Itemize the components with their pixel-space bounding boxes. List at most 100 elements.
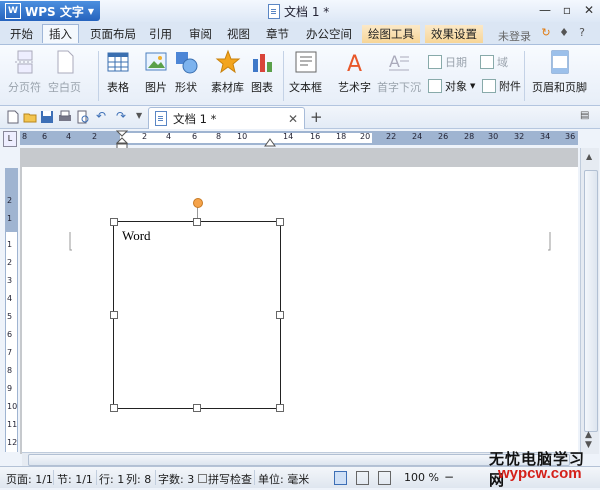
save-icon[interactable] [40, 110, 54, 124]
ruler-tick-label: 36 [565, 132, 576, 141]
ruler-tick-label: 11 [7, 420, 18, 429]
resize-handle[interactable] [276, 218, 284, 226]
title-bar: W WPS 文字 ▼ 文档 1 * — ▫ ✕ [0, 0, 600, 23]
close-tab-icon[interactable]: ✕ [288, 112, 298, 126]
tab-home[interactable]: 开始 [4, 25, 39, 43]
app-menu-button[interactable]: W WPS 文字 ▼ [0, 1, 100, 21]
tab-insert[interactable]: 插入 [42, 24, 79, 43]
table-label: 表格 [107, 81, 129, 94]
ruler-tick-label: 10 [237, 132, 248, 141]
resize-handle[interactable] [110, 404, 118, 412]
field-button[interactable]: 域 [480, 54, 508, 70]
resize-handle[interactable] [193, 404, 201, 412]
ruler-tick-label: 8 [22, 132, 28, 141]
horizontal-ruler[interactable]: 8 6 4 2 2 4 6 8 10 14 16 18 20 22 24 26 … [20, 131, 578, 145]
maximize-icon[interactable]: ▫ [556, 2, 578, 18]
scrollbar-thumb[interactable] [584, 170, 598, 432]
ruler-tick-label: 2 [92, 132, 98, 141]
page-break-button[interactable]: 分页符 [8, 49, 41, 95]
status-page[interactable]: 页面: 1/1 [6, 471, 53, 487]
date-button[interactable]: 日期 [428, 54, 467, 70]
open-folder-icon[interactable] [23, 110, 37, 124]
tab-drawing-tools[interactable]: 绘图工具 [362, 25, 420, 43]
status-divider [53, 470, 54, 485]
web-view-icon[interactable] [378, 471, 391, 485]
resize-handle[interactable] [110, 218, 118, 226]
status-row: 行: 1 [99, 473, 125, 486]
textbox-button[interactable]: 文本框 [289, 49, 322, 95]
ruler-tick-label: 3 [7, 276, 13, 285]
rotate-handle[interactable] [193, 198, 203, 208]
page-view-icon[interactable] [334, 471, 347, 485]
tab-menu-icon[interactable]: ▤ [580, 110, 589, 121]
resize-handle[interactable] [276, 311, 284, 319]
object-button[interactable]: 对象 ▼ [428, 78, 475, 94]
textbox-shape[interactable]: Word [113, 221, 281, 409]
ruler-tick-label: 8 [7, 366, 13, 375]
tab-page-layout[interactable]: 页面布局 [84, 25, 142, 43]
resize-handle[interactable] [276, 404, 284, 412]
ruler-tick-label: 2 [142, 132, 148, 141]
textbox-text[interactable]: Word [122, 228, 151, 244]
wps-logo-icon: W [5, 3, 21, 19]
tab-stop-selector[interactable]: L [3, 131, 17, 147]
tab-view[interactable]: 视图 [221, 25, 256, 43]
blank-page-button[interactable]: 空白页 [48, 49, 81, 95]
zoom-level[interactable]: 100 % [404, 471, 439, 484]
tab-effect-settings[interactable]: 效果设置 [425, 25, 483, 43]
tab-chapter[interactable]: 章节 [260, 25, 295, 43]
chart-button[interactable]: 图表 [249, 49, 275, 95]
picture-button[interactable]: 图片 [143, 49, 169, 95]
outline-view-icon[interactable] [356, 471, 369, 485]
spellcheck-checkbox[interactable] [198, 474, 207, 483]
right-indent-marker-icon[interactable] [264, 138, 276, 148]
header-footer-button[interactable]: 页眉和页脚 [532, 49, 587, 95]
new-tab-icon[interactable]: + [310, 108, 323, 126]
indent-marker-icon[interactable] [116, 130, 128, 150]
previous-page-icon[interactable]: ▲ [585, 430, 592, 440]
ruler-tick-label: 9 [7, 384, 13, 393]
attachment-button[interactable]: 附件 [482, 78, 521, 94]
dropcap-button[interactable]: A 首字下沉 [377, 49, 421, 95]
chart-label: 图表 [251, 81, 273, 94]
resize-handle[interactable] [193, 218, 201, 226]
help-icon[interactable]: ? [576, 27, 588, 39]
ruler-tick-label: 14 [283, 132, 294, 141]
wordart-label: 艺术字 [338, 81, 371, 94]
vertical-scrollbar[interactable]: ▲ ▲ ▼ [580, 148, 599, 454]
table-button[interactable]: 表格 [105, 49, 131, 95]
clipart-button[interactable]: 素材库 [211, 49, 244, 95]
status-wordcount[interactable]: 字数: 3 [158, 471, 194, 487]
shape-button[interactable]: 形状 [173, 49, 199, 95]
refresh-icon[interactable]: ↻ [540, 27, 552, 39]
document-tab[interactable]: 文档 1 * ✕ [148, 107, 305, 129]
shape-label: 形状 [175, 81, 197, 94]
resize-handle[interactable] [110, 311, 118, 319]
redo-icon[interactable]: ↷ [116, 109, 126, 123]
ruler-tick-label: 28 [464, 132, 475, 141]
status-spellcheck[interactable]: 拼写检查 [208, 471, 252, 487]
print-preview-icon[interactable] [76, 110, 90, 124]
document-page[interactable] [22, 167, 578, 454]
close-icon[interactable]: ✕ [578, 2, 600, 18]
tab-references[interactable]: 引用 [143, 25, 178, 43]
undo-icon[interactable]: ↶ [96, 109, 106, 123]
date-label: 日期 [445, 56, 467, 69]
picture-icon [145, 52, 167, 71]
dropcap-label: 首字下沉 [377, 81, 421, 94]
print-icon[interactable] [58, 110, 72, 124]
status-unit[interactable]: 单位: 毫米 [258, 471, 309, 487]
minimize-icon[interactable]: — [534, 2, 556, 18]
window-title-text: 文档 1 * [284, 5, 330, 19]
scroll-up-icon[interactable]: ▲ [586, 152, 592, 161]
wordart-button[interactable]: A 艺术字 [338, 49, 371, 95]
new-document-icon[interactable] [6, 110, 20, 124]
vertical-ruler[interactable]: 2 1 1 2 3 4 5 6 7 8 9 10 11 12 [5, 168, 18, 452]
textbox-icon [295, 51, 316, 73]
tab-review[interactable]: 审阅 [183, 25, 218, 43]
login-status[interactable]: 未登录 [498, 28, 531, 44]
shirt-icon[interactable]: ♦ [558, 27, 570, 39]
zoom-out-icon[interactable]: − [444, 470, 454, 484]
tab-office-space[interactable]: 办公空间 [300, 25, 358, 43]
toolbar-more-icon[interactable]: ▼ [136, 111, 142, 120]
